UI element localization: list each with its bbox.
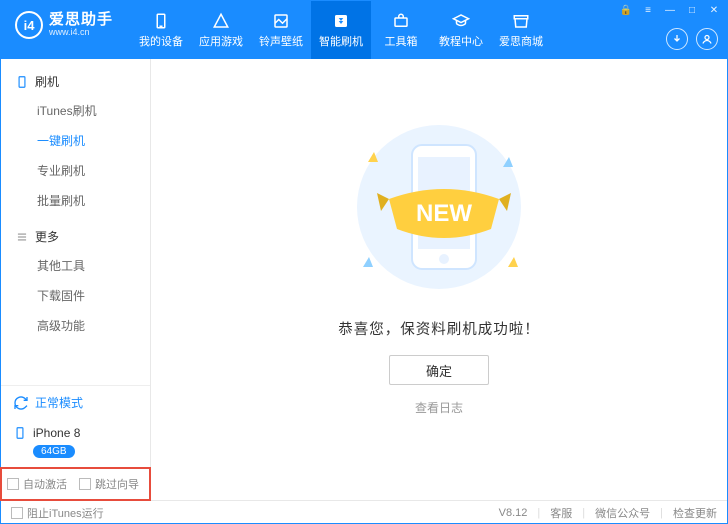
- customer-service-link[interactable]: 客服: [550, 505, 572, 521]
- refresh-icon: [13, 395, 29, 411]
- nav-ring-wall[interactable]: 铃声壁纸: [251, 1, 311, 59]
- banner-text: NEW: [416, 200, 472, 227]
- apps-icon: [211, 12, 231, 30]
- nav-apps-games[interactable]: 应用游戏: [191, 1, 251, 59]
- auto-activate-checkbox[interactable]: 自动激活: [7, 476, 67, 492]
- download-button[interactable]: [666, 28, 688, 50]
- success-illustration: NEW: [334, 107, 544, 300]
- nav-smart-flash[interactable]: 智能刷机: [311, 1, 371, 59]
- sidebar-item-pro-flash[interactable]: 专业刷机: [1, 156, 150, 186]
- success-message: 恭喜您，保资料刷机成功啦！: [338, 318, 540, 339]
- mode-selector[interactable]: 正常模式: [1, 386, 150, 419]
- nav-my-device[interactable]: 我的设备: [131, 1, 191, 59]
- wechat-link[interactable]: 微信公众号: [595, 505, 650, 521]
- sidebar-item-advanced[interactable]: 高级功能: [1, 311, 150, 341]
- user-button[interactable]: [696, 28, 718, 50]
- version-label: V8.12: [499, 507, 528, 519]
- brand-site: www.i4.cn: [49, 28, 113, 38]
- phone-icon: [15, 75, 29, 89]
- device-name: iPhone 8: [33, 426, 80, 440]
- device-info[interactable]: iPhone 8 64GB: [1, 419, 150, 468]
- list-icon: [15, 230, 29, 244]
- sidebar: 刷机 iTunes刷机 一键刷机 专业刷机 批量刷机 更多 其他工具 下载固件 …: [1, 59, 151, 500]
- view-log-link[interactable]: 查看日志: [415, 399, 463, 416]
- main-nav: 我的设备 应用游戏 铃声壁纸 智能刷机 工具箱 教程中心 爱思商城: [131, 1, 551, 59]
- skip-wizard-checkbox[interactable]: 跳过向导: [79, 476, 139, 492]
- options-row: 自动激活 跳过向导: [1, 468, 150, 500]
- nav-store[interactable]: 爱思商城: [491, 1, 551, 59]
- wallpaper-icon: [271, 12, 291, 30]
- window-controls: 🔒 ≡ — □ ✕: [619, 1, 727, 16]
- check-update-link[interactable]: 检查更新: [673, 505, 717, 521]
- device-small-icon: [13, 425, 27, 441]
- app-header: i4 爱思助手 www.i4.cn 我的设备 应用游戏 铃声壁纸 智能刷机 工具…: [1, 1, 727, 59]
- minimize-icon[interactable]: —: [663, 5, 677, 16]
- menu-icon[interactable]: ≡: [641, 5, 655, 16]
- sidebar-section-more: 更多: [1, 222, 150, 251]
- maximize-icon[interactable]: □: [685, 5, 699, 16]
- main-panel: NEW 恭喜您，保资料刷机成功啦！ 确定 查看日志: [151, 59, 727, 500]
- sidebar-item-other-tools[interactable]: 其他工具: [1, 251, 150, 281]
- block-itunes-checkbox[interactable]: 阻止iTunes运行: [11, 505, 104, 521]
- device-icon: [151, 12, 171, 30]
- storage-badge: 64GB: [33, 445, 75, 458]
- sidebar-item-batch-flash[interactable]: 批量刷机: [1, 186, 150, 216]
- app-logo: i4 爱思助手 www.i4.cn: [1, 1, 125, 39]
- store-icon: [511, 12, 531, 30]
- close-icon[interactable]: ✕: [707, 5, 721, 16]
- sidebar-item-download-fw[interactable]: 下载固件: [1, 281, 150, 311]
- tutorial-icon: [451, 12, 471, 30]
- nav-toolbox[interactable]: 工具箱: [371, 1, 431, 59]
- logo-badge-icon: i4: [15, 11, 43, 39]
- sidebar-section-flash: 刷机: [1, 67, 150, 96]
- sidebar-item-itunes-flash[interactable]: iTunes刷机: [1, 96, 150, 126]
- flash-icon: [331, 12, 351, 30]
- status-bar: 阻止iTunes运行 V8.12 | 客服 | 微信公众号 | 检查更新: [1, 500, 727, 524]
- lock-icon[interactable]: 🔒: [619, 5, 633, 16]
- nav-tutorials[interactable]: 教程中心: [431, 1, 491, 59]
- brand-name: 爱思助手: [49, 12, 113, 29]
- ok-button[interactable]: 确定: [389, 355, 489, 385]
- toolbox-icon: [391, 12, 411, 30]
- sidebar-item-oneclick-flash[interactable]: 一键刷机: [1, 126, 150, 156]
